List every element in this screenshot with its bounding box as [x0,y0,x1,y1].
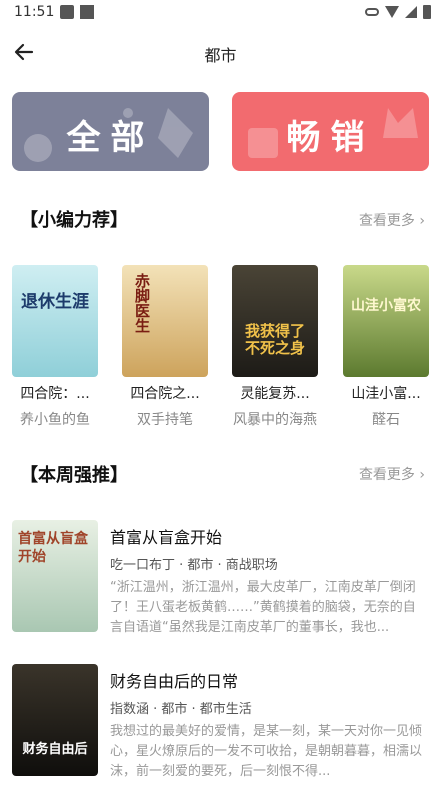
key-icon [365,8,379,16]
cover-title: 赤脚医生 [133,273,151,333]
cover-title: 退休生涯 [21,292,89,312]
book-meta: 指数涵 · 都市 · 都市生活 [110,702,252,717]
wifi-icon [385,6,399,18]
signal-icon [405,6,417,18]
book-cover: 首富从盲盒开始 [12,520,98,632]
book-cover: 财务自由后 [12,664,98,776]
bestseller-banner[interactable]: 畅销 [232,92,429,171]
book-title: 首富从盲盒开始 [110,528,223,547]
book-author: 双手持笔 [137,412,193,428]
book-meta: 吃一口布丁 · 都市 · 商战职场 [110,558,278,573]
book-title: 灵能复苏... [240,386,310,402]
book-cover: 赤脚医生 [122,265,208,377]
book-author: 醛石 [372,412,400,428]
weekly-picks-title: 【本周强推】 [20,465,128,486]
book-author: 养小鱼的鱼 [20,412,90,428]
cover-title: 我获得了不死之身 [244,322,305,357]
weekly-picks-more-link[interactable]: 查看更多 › [359,464,425,484]
cover-title: 首富从盲盒开始 [18,531,88,565]
notification-icon-2 [80,5,94,19]
book-description: “浙江温州，浙江温州，最大皮革厂，江南皮革厂倒闭了！王八蛋老板黄鹤……”黄鹤摸着… [110,580,416,635]
book-title: 四合院：... [20,386,90,402]
book-title: 财务自由后的日常 [110,672,239,691]
book-title: 四合院之... [130,386,200,402]
cover-title: 山洼小富农 [351,298,421,314]
page-title: 都市 [204,46,237,65]
book-author: 风暴中的海燕 [233,412,317,428]
recommended-book-card[interactable]: 赤脚医生 四合院之... 双手持笔 [122,265,208,429]
editor-picks-more-link[interactable]: 查看更多 › [359,210,425,230]
header: 都市 [0,26,441,78]
all-books-banner[interactable]: 全部 [12,92,209,171]
book-cover: 山洼小富农 [343,265,429,377]
status-icons [365,5,431,19]
recommended-book-card[interactable]: 山洼小富农 山洼小富... 醛石 [343,265,429,429]
recommended-book-card[interactable]: 退休生涯 四合院：... 养小鱼的鱼 [12,265,98,429]
hot-banner-label: 畅销 [286,118,375,158]
battery-icon [423,5,431,19]
cover-title: 财务自由后 [22,742,88,757]
status-time: 11:51 [14,4,55,20]
editor-picks-title: 【小编力荐】 [20,210,128,231]
weekly-book-item[interactable]: 首富从盲盒开始 首富从盲盒开始 吃一口布丁 · 都市 · 商战职场 “浙江温州，… [12,520,429,640]
book-title: 山洼小富... [351,386,421,402]
weekly-book-item[interactable]: 财务自由后 财务自由后的日常 指数涵 · 都市 · 都市生活 我想过的最美好的爱… [12,664,429,784]
status-bar: 11:51 [0,0,441,26]
book-cover: 退休生涯 [12,265,98,377]
notification-icon [60,5,74,19]
book-description: 我想过的最美好的爱情，是某一刻，某一天对你一见倾心，星火燎原后的一发不可收拾，是… [110,724,423,779]
book-cover: 我获得了不死之身 [232,265,318,377]
all-banner-label: 全部 [66,118,155,158]
recommended-book-card[interactable]: 我获得了不死之身 灵能复苏... 风暴中的海燕 [232,265,318,429]
